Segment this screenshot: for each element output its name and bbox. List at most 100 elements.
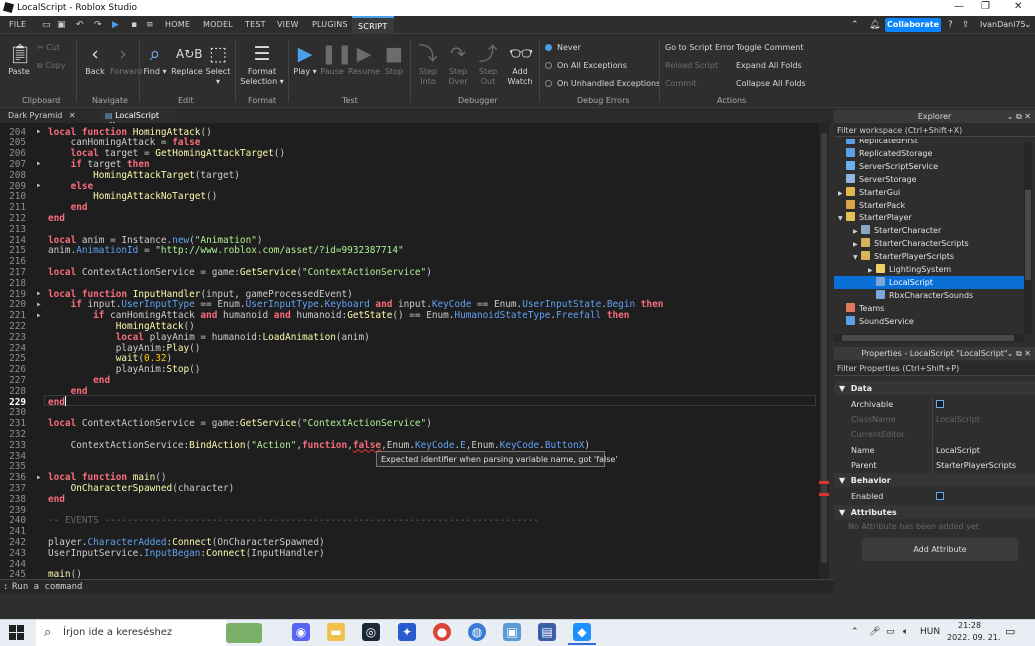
clock-time[interactable]: 21:28: [958, 621, 981, 630]
expand-all-folds-button[interactable]: Expand All Folds: [736, 61, 802, 70]
tab-plugins[interactable]: PLUGINS: [312, 20, 348, 29]
explorer-scrollbar[interactable]: [1024, 142, 1032, 334]
reload-script-button[interactable]: Reload Script: [665, 61, 718, 70]
tab-home[interactable]: HOME: [165, 20, 190, 29]
maximize-icon[interactable]: ❐: [981, 1, 990, 12]
resume-button[interactable]: ▶ Resume: [348, 43, 380, 77]
code-line[interactable]: UserInputService.InputBegan:Connect(Inpu…: [48, 548, 325, 559]
debug-on-all-radio[interactable]: On All Exceptions: [545, 61, 627, 70]
code-line[interactable]: OnCharacterSpawned(character): [48, 483, 235, 494]
code-line[interactable]: end: [48, 386, 88, 397]
panel-controls-icon[interactable]: ⌄ ⧉ ✕: [1007, 347, 1031, 360]
tab-view[interactable]: VIEW: [277, 20, 299, 29]
add-watch-button[interactable]: 👓︎ Add Watch: [506, 43, 534, 87]
explorer-item[interactable]: ▶ LightingSystem: [834, 263, 1024, 276]
explorer-item[interactable]: LocalScript: [834, 275, 1024, 289]
menu-file[interactable]: FILE: [9, 20, 26, 29]
script-editor[interactable]: 204 ▶ local function HomingAttack() 205 can…: [0, 123, 829, 580]
explorer-filter-input[interactable]: Filter workspace (Ctrl+Shift+X): [834, 124, 1035, 137]
code-line[interactable]: local function HomingAttack(): [48, 127, 212, 138]
code-line[interactable]: local ContextActionService = game:GetSer…: [48, 418, 432, 429]
behavior-section-header[interactable]: ▼ Behavior: [834, 473, 1035, 487]
scrollbar-thumb[interactable]: [1025, 190, 1031, 280]
discord-icon[interactable]: ◉: [292, 623, 310, 641]
volume-icon[interactable]: 🔈︎: [903, 627, 908, 637]
code-line[interactable]: playAnim:Stop(): [48, 364, 201, 375]
explorer-hscrollbar[interactable]: [834, 334, 1024, 342]
fold-toggle-icon[interactable]: ▶: [37, 128, 41, 135]
debug-on-unhandled-radio[interactable]: On Unhandled Exceptions: [545, 79, 660, 88]
select-button[interactable]: ⬚ Select ▾: [205, 43, 231, 87]
explorer-item[interactable]: RbxCharacterSounds: [834, 289, 1024, 302]
code-line[interactable]: HomingAttackNoTarget(): [48, 191, 217, 202]
tab-localscript[interactable]: ▤ LocalScript ✕: [100, 109, 176, 129]
new-file-icon[interactable]: ▭: [42, 20, 51, 30]
microphone-icon[interactable]: 🎤︎: [869, 627, 880, 637]
code-line[interactable]: local playAnim = humanoid:LoadAnimation(…: [48, 332, 370, 343]
language-indicator[interactable]: HUN: [920, 627, 940, 637]
explorer-item[interactable]: ▶ StarterCharacterScripts: [834, 237, 1024, 250]
code-line[interactable]: end: [48, 397, 65, 408]
tab-dark-pyramid[interactable]: Dark Pyramid ✕: [3, 109, 99, 123]
notifications-icon[interactable]: ▭: [1005, 625, 1015, 638]
forward-button[interactable]: › Forward: [110, 43, 142, 77]
toggle-comment-button[interactable]: Toggle Comment: [736, 43, 803, 52]
taskbar-search-box[interactable]: ⌕ Írjon ide a kereséshez: [36, 620, 262, 646]
undo-icon[interactable]: ↶: [76, 20, 84, 30]
enabled-checkbox[interactable]: [936, 492, 944, 500]
explorer-item[interactable]: ServerStorage: [834, 173, 1024, 186]
explorer-item[interactable]: ▼ StarterPlayerScripts: [834, 250, 1024, 263]
save-icon[interactable]: ▣: [57, 20, 66, 30]
customize-icon[interactable]: ≡: [146, 20, 154, 30]
code-line[interactable]: end: [48, 375, 110, 386]
fold-toggle-icon[interactable]: ▶: [37, 312, 41, 319]
play-icon[interactable]: ▶: [112, 20, 119, 30]
collapse-ribbon-icon[interactable]: ⌃: [851, 20, 859, 30]
code-line[interactable]: end: [48, 494, 65, 505]
browser-icon[interactable]: ◍: [468, 623, 486, 641]
stop-button[interactable]: ■ Stop: [383, 43, 405, 77]
scrollbar-thumb[interactable]: [842, 335, 1014, 341]
roblox-studio-taskbar-icon[interactable]: ◆: [573, 623, 591, 641]
code-line[interactable]: end: [48, 202, 88, 213]
collaborate-button[interactable]: Collaborate: [885, 18, 941, 32]
paste-button[interactable]: 📋︎ Paste: [6, 43, 32, 77]
notification-bell-icon[interactable]: 🔔︎: [869, 20, 880, 30]
fold-toggle-icon[interactable]: ▶: [37, 474, 41, 481]
copy-button[interactable]: ⧉ Copy: [37, 61, 66, 71]
code-line[interactable]: if target then: [48, 159, 150, 170]
code-line[interactable]: local function main(): [48, 472, 167, 483]
property-value[interactable]: LocalScript: [936, 446, 980, 455]
attributes-section-header[interactable]: ▼ Attributes: [834, 505, 1035, 519]
properties-filter-input[interactable]: Filter Properties (Ctrl+Shift+P): [834, 362, 1035, 376]
explorer-item[interactable]: StarterPack: [834, 199, 1024, 212]
app-icon[interactable]: ▤: [538, 623, 556, 641]
user-menu-chevron-icon[interactable]: ⌄: [1024, 20, 1032, 30]
add-attribute-button[interactable]: Add Attribute: [862, 538, 1018, 561]
file-explorer-icon[interactable]: ▬: [327, 623, 345, 641]
code-line[interactable]: if input.UserInputType == Enum.UserInput…: [48, 299, 664, 310]
windows-start-icon[interactable]: [9, 625, 24, 640]
redo-icon[interactable]: ↷: [94, 20, 102, 30]
go-to-script-error-button[interactable]: Go to Script Error: [665, 43, 734, 52]
code-line[interactable]: local ContextActionService = game:GetSer…: [48, 267, 432, 278]
code-line[interactable]: end: [48, 213, 65, 224]
tab-model[interactable]: MODEL: [203, 20, 233, 29]
code-line[interactable]: if canHomingAttack and humanoid and huma…: [48, 310, 629, 321]
find-button[interactable]: ⌕ Find ▾: [143, 43, 167, 77]
explorer-item[interactable]: ▶ StarterGui: [834, 186, 1024, 199]
explorer-item[interactable]: ReplicatedStorage: [834, 147, 1024, 160]
fold-toggle-icon[interactable]: ▶: [37, 290, 41, 297]
code-line[interactable]: wait(0.32): [48, 353, 172, 364]
help-icon[interactable]: ?: [948, 20, 953, 30]
fold-toggle-icon[interactable]: ▶: [37, 160, 41, 167]
code-line[interactable]: HomingAttackTarget(target): [48, 170, 240, 181]
stop-icon[interactable]: ▪: [131, 20, 137, 30]
debug-never-radio[interactable]: Never: [545, 43, 581, 52]
chrome-icon[interactable]: ●: [433, 623, 451, 641]
fold-toggle-icon[interactable]: ▶: [37, 301, 41, 308]
code-line[interactable]: HomingAttack(): [48, 321, 195, 332]
play-button[interactable]: ▶ Play ▾: [293, 43, 317, 77]
step-into-button[interactable]: ⤵ Step Into: [416, 43, 440, 87]
replace-button[interactable]: A↻B Replace: [171, 43, 203, 77]
